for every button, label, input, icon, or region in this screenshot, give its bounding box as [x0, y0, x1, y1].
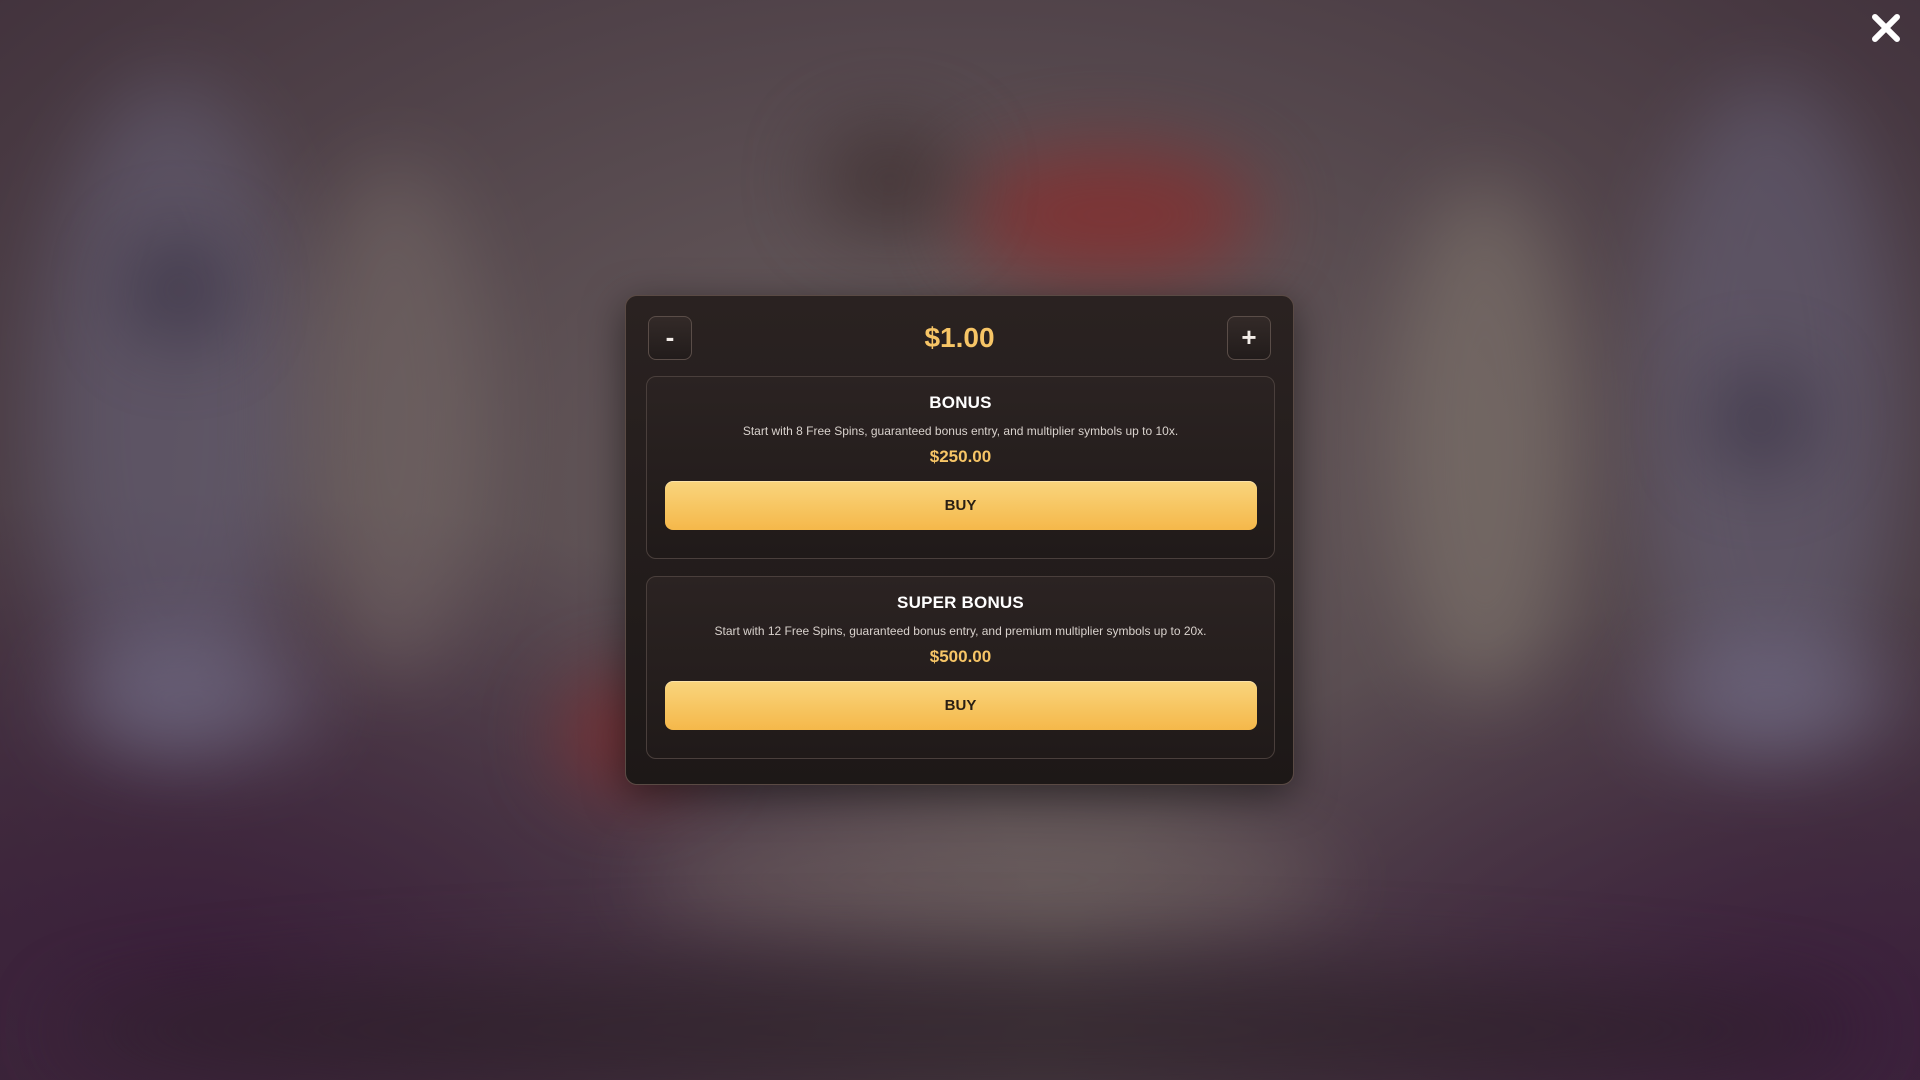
decrease-stake-button[interactable]: -	[648, 316, 692, 360]
background-blur-shape	[820, 130, 960, 230]
stake-selector: - $1.00 +	[646, 316, 1273, 364]
super-bonus-offer-card: SUPER BONUS Start with 12 Free Spins, gu…	[646, 576, 1275, 759]
background-blur-shape	[1640, 640, 1900, 760]
offer-title: SUPER BONUS	[897, 593, 1024, 612]
background-blur-shape	[640, 820, 1340, 940]
background-blur-shape	[1390, 180, 1580, 700]
background-blur-shape	[60, 640, 320, 760]
offer-price: $250.00	[929, 447, 992, 466]
offer-description: Start with 8 Free Spins, guaranteed bonu…	[742, 424, 1179, 438]
buy-super-bonus-button[interactable]: BUY	[664, 681, 1257, 730]
close-icon	[1872, 14, 1900, 42]
background-blur-shape	[60, 960, 1860, 1080]
buy-bonus-button[interactable]: BUY	[664, 481, 1257, 530]
background-blur-shape	[300, 160, 490, 680]
background-blur-shape	[1710, 370, 1810, 470]
background-blur-shape	[960, 150, 1260, 280]
bonus-offer-card: BONUS Start with 8 Free Spins, guarantee…	[646, 376, 1275, 559]
increase-stake-button[interactable]: +	[1227, 316, 1271, 360]
stake-value: $1.00	[924, 322, 995, 353]
bonus-buy-modal: - $1.00 + BONUS Start with 8 Free Spins,…	[625, 295, 1294, 785]
offer-description: Start with 12 Free Spins, guaranteed bon…	[714, 624, 1207, 638]
close-button[interactable]	[1866, 8, 1906, 48]
offer-price: $500.00	[929, 647, 992, 666]
offer-title: BONUS	[929, 393, 992, 412]
background-blur-shape	[130, 240, 230, 340]
